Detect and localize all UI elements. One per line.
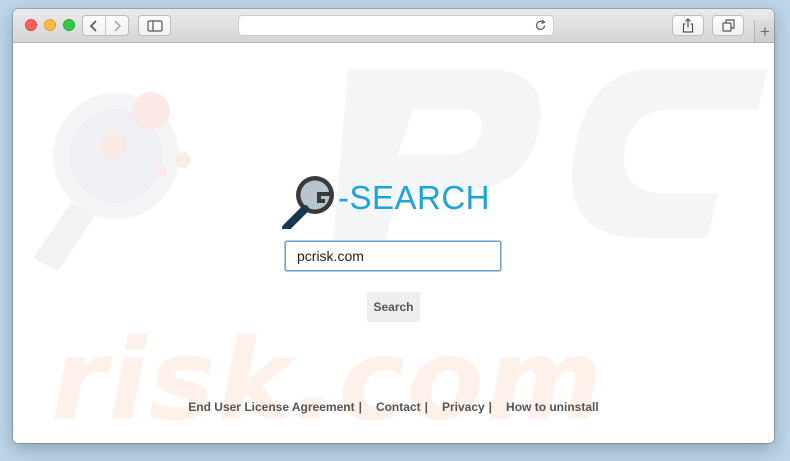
share-button[interactable] bbox=[672, 15, 704, 36]
zoom-window-button[interactable] bbox=[63, 19, 75, 31]
how-to-uninstall-link[interactable]: How to uninstall bbox=[506, 400, 599, 418]
browser-toolbar: + bbox=[13, 9, 774, 43]
chevron-right-icon bbox=[114, 19, 122, 32]
show-tabs-button[interactable] bbox=[712, 15, 744, 36]
new-tab-button[interactable]: + bbox=[754, 20, 774, 42]
chevron-left-icon bbox=[89, 19, 97, 32]
footer-separator: | bbox=[358, 400, 362, 414]
footer-separator: | bbox=[488, 400, 493, 414]
footer-links: End User License Agreement | Contact | P… bbox=[13, 400, 774, 418]
tabs-overview-icon bbox=[721, 19, 735, 32]
minimize-window-button[interactable] bbox=[44, 19, 56, 31]
watermark-text: risk.com bbox=[51, 316, 604, 443]
search-button[interactable]: Search bbox=[367, 292, 420, 322]
search-input[interactable] bbox=[285, 241, 501, 271]
close-window-button[interactable] bbox=[25, 19, 37, 31]
address-bar[interactable] bbox=[238, 15, 554, 36]
sidebar-toggle-button[interactable] bbox=[138, 15, 171, 36]
privacy-link[interactable]: Privacy bbox=[442, 400, 485, 418]
forward-button[interactable] bbox=[105, 16, 128, 35]
page-content: risk.com -SEARCH Search End User License… bbox=[13, 43, 774, 443]
eula-link[interactable]: End User License Agreement bbox=[188, 400, 354, 418]
sidebar-icon bbox=[146, 19, 163, 32]
navigation-buttons bbox=[82, 15, 129, 36]
reload-icon[interactable] bbox=[534, 19, 547, 32]
contact-link[interactable]: Contact bbox=[376, 400, 421, 418]
share-icon bbox=[682, 18, 694, 33]
back-button[interactable] bbox=[83, 16, 105, 35]
browser-window: + risk.com -SEARCH Search End User Licen… bbox=[13, 9, 774, 443]
logo-text: -SEARCH bbox=[338, 179, 491, 216]
footer-separator: | bbox=[424, 400, 428, 414]
magnifier-icon bbox=[282, 176, 334, 229]
